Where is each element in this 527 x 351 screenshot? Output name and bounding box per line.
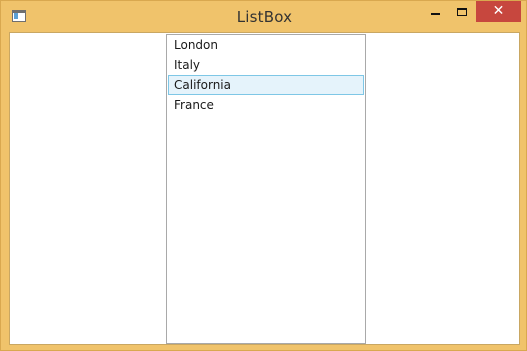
title-bar[interactable]: ListBox ✕	[1, 1, 526, 32]
list-item-london[interactable]: London	[168, 35, 364, 55]
app-window: ListBox ✕ London Italy California France	[0, 0, 527, 351]
close-icon: ✕	[492, 3, 505, 19]
close-button[interactable]: ✕	[476, 1, 521, 22]
minimize-icon	[431, 13, 440, 15]
client-area: London Italy California France	[9, 32, 520, 345]
maximize-icon	[457, 8, 467, 16]
listbox[interactable]: London Italy California France	[166, 34, 366, 344]
list-item-france[interactable]: France	[168, 95, 364, 115]
maximize-button[interactable]	[449, 1, 475, 22]
minimize-button[interactable]	[422, 1, 448, 22]
list-item-california[interactable]: California	[168, 75, 364, 95]
list-item-italy[interactable]: Italy	[168, 55, 364, 75]
